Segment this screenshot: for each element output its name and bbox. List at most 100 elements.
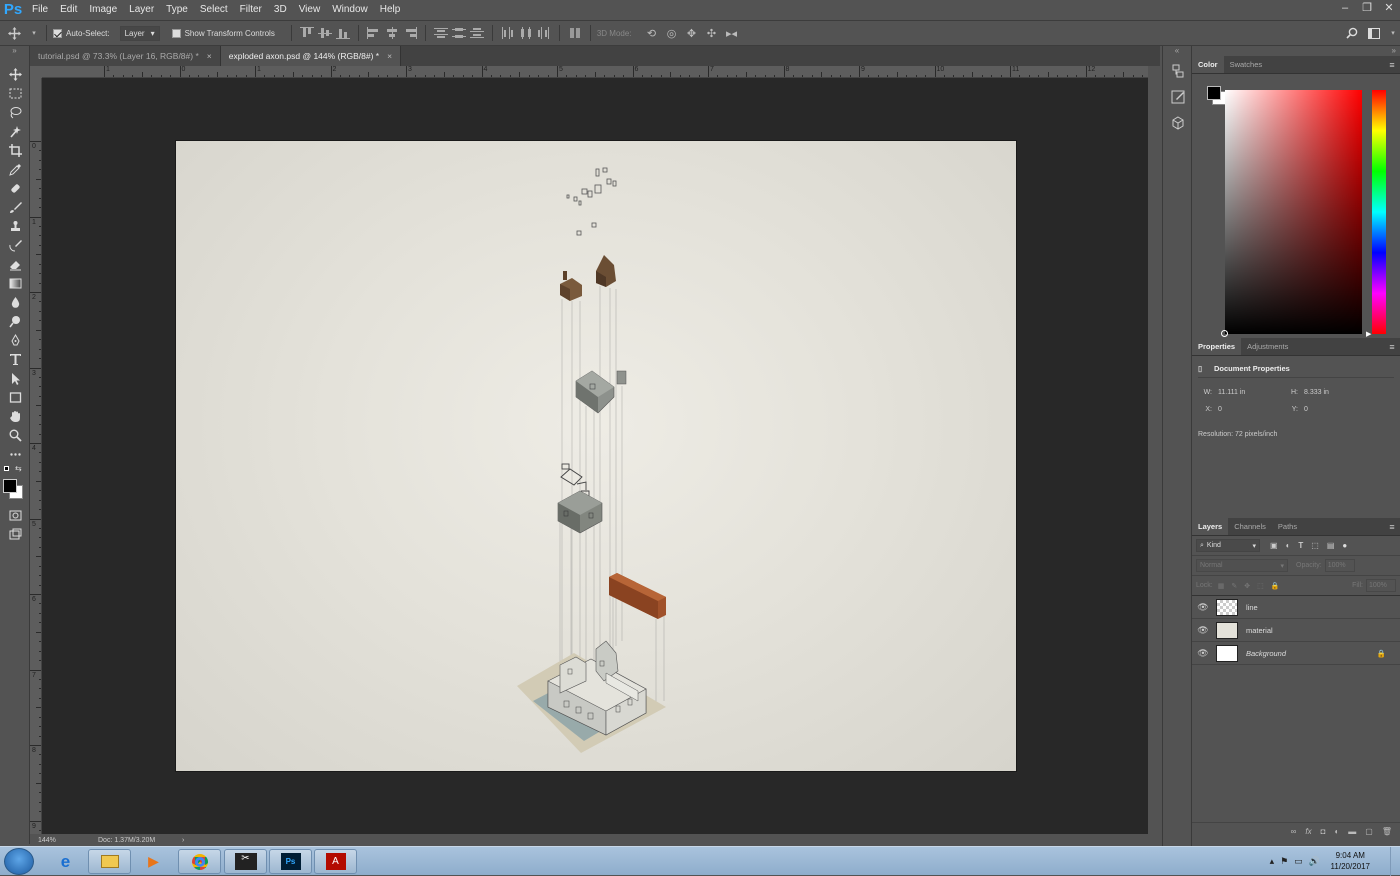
- tab-layers[interactable]: Layers: [1192, 518, 1229, 535]
- close-tab-icon[interactable]: ×: [387, 51, 392, 61]
- gradient-tool-icon[interactable]: [0, 274, 30, 293]
- blend-mode-dropdown[interactable]: Normal ▾: [1196, 559, 1288, 572]
- tab-color[interactable]: Color: [1192, 56, 1224, 73]
- quick-selection-tool-icon[interactable]: [0, 122, 30, 141]
- vertical-scrollbar[interactable]: [1148, 78, 1160, 834]
- chrome-icon[interactable]: [178, 849, 221, 874]
- swap-colors-icon[interactable]: ⇆: [15, 464, 22, 473]
- y-value[interactable]: 0: [1304, 406, 1308, 413]
- layer-row[interactable]: 👁 material: [1192, 619, 1400, 642]
- vertical-ruler[interactable]: 0 1 2 3 4 5 6 7 8 9: [30, 78, 42, 834]
- menu-type[interactable]: Type: [160, 0, 194, 20]
- screen-mode-icon[interactable]: [0, 525, 30, 544]
- x-value[interactable]: 0: [1218, 406, 1284, 413]
- align-bottom-edges-icon[interactable]: [335, 27, 350, 39]
- lock-icon[interactable]: 🔒: [1377, 649, 1386, 658]
- clone-stamp-tool-icon[interactable]: [0, 217, 30, 236]
- tab-channels[interactable]: Channels: [1228, 518, 1272, 535]
- visibility-eye-icon[interactable]: 👁: [1192, 602, 1214, 613]
- align-vertical-centers-icon[interactable]: [317, 27, 332, 39]
- tab-adjustments[interactable]: Adjustments: [1241, 338, 1294, 355]
- fx-icon[interactable]: fx: [1305, 827, 1311, 836]
- menu-view[interactable]: View: [293, 0, 327, 20]
- dodge-tool-icon[interactable]: [0, 312, 30, 331]
- show-hidden-icons-icon[interactable]: ▴: [1270, 856, 1275, 867]
- filter-smart-object-icon[interactable]: ▤: [1327, 541, 1335, 550]
- collapse-toolbar-icon[interactable]: »: [0, 46, 29, 65]
- adjustment-layer-icon[interactable]: ◐: [1334, 827, 1339, 836]
- panel-menu-icon[interactable]: ≡: [1384, 56, 1400, 73]
- file-explorer-icon[interactable]: [88, 849, 131, 874]
- quick-mask-icon[interactable]: [0, 506, 30, 525]
- auto-select-checkbox[interactable]: Auto-Select:: [53, 28, 110, 38]
- menu-layer[interactable]: Layer: [123, 0, 160, 20]
- distribute-left-icon[interactable]: [501, 27, 515, 39]
- menu-window[interactable]: Window: [326, 0, 374, 20]
- chevron-down-icon[interactable]: ▾: [29, 25, 39, 41]
- 3d-roll-icon[interactable]: ◎: [663, 25, 681, 41]
- close-tab-icon[interactable]: ×: [207, 51, 212, 61]
- 3d-scale-icon[interactable]: ▸◂: [723, 25, 741, 41]
- foreground-color-swatch[interactable]: [3, 479, 17, 493]
- edit-toolbar-icon[interactable]: [0, 445, 30, 464]
- auto-select-target-dropdown[interactable]: Layer ▾: [119, 25, 160, 41]
- hue-slider[interactable]: [1372, 90, 1386, 334]
- collapse-panels-icon[interactable]: «: [1163, 46, 1191, 58]
- chevron-down-icon[interactable]: ▾: [1387, 25, 1399, 41]
- filter-shape-icon[interactable]: ⬚: [1311, 541, 1319, 550]
- history-brush-tool-icon[interactable]: [0, 236, 30, 255]
- filter-type-icon[interactable]: T: [1298, 541, 1303, 550]
- filter-pixel-icon[interactable]: ▣: [1270, 541, 1278, 550]
- system-clock[interactable]: 9:04 AM 11/20/2017: [1331, 850, 1370, 872]
- align-horizontal-centers-icon[interactable]: [385, 27, 399, 39]
- zoom-tool-icon[interactable]: [0, 426, 30, 445]
- width-value[interactable]: 11.111 in: [1218, 389, 1284, 396]
- tab-tutorial[interactable]: tutorial.psd @ 73.3% (Layer 16, RGB/8#) …: [30, 46, 221, 66]
- close-button[interactable]: ✕: [1378, 0, 1400, 16]
- distribute-right-icon[interactable]: [537, 27, 551, 39]
- workspace-switcher-icon[interactable]: [1363, 25, 1385, 41]
- search-icon[interactable]: [1343, 25, 1361, 41]
- chevron-right-icon[interactable]: ›: [182, 837, 184, 844]
- network-icon[interactable]: ▭: [1294, 856, 1303, 867]
- distribute-horizontal-centers-icon[interactable]: [519, 27, 533, 39]
- default-colors-icon[interactable]: ⇆: [0, 464, 29, 476]
- align-right-edges-icon[interactable]: [403, 27, 417, 39]
- show-desktop-button[interactable]: [1390, 847, 1400, 876]
- brush-settings-panel-icon[interactable]: [1163, 84, 1193, 110]
- distribute-vertical-centers-icon[interactable]: [451, 27, 466, 39]
- move-tool-icon[interactable]: [0, 65, 30, 84]
- blur-tool-icon[interactable]: [0, 293, 30, 312]
- tab-exploded-axon[interactable]: exploded axon.psd @ 144% (RGB/8#) * ×: [220, 46, 402, 66]
- menu-filter[interactable]: Filter: [234, 0, 268, 20]
- trash-icon[interactable]: 🗑: [1382, 827, 1392, 836]
- 3d-slide-icon[interactable]: ✣: [703, 25, 721, 41]
- auto-align-layers-icon[interactable]: [568, 27, 582, 39]
- acrobat-icon[interactable]: A: [314, 849, 357, 874]
- layer-row[interactable]: 👁 Background 🔒: [1192, 642, 1400, 665]
- fill-field[interactable]: 100%: [1366, 579, 1396, 592]
- restore-button[interactable]: ❐: [1356, 0, 1378, 16]
- color-picker-cursor[interactable]: [1221, 330, 1228, 337]
- snipping-tool-icon[interactable]: ✂: [224, 849, 267, 874]
- panel-menu-icon[interactable]: ≡: [1384, 338, 1400, 355]
- crop-tool-icon[interactable]: [0, 141, 30, 160]
- align-left-edges-icon[interactable]: [366, 27, 381, 39]
- pen-tool-icon[interactable]: [0, 331, 30, 350]
- 3d-orbit-icon[interactable]: ⟲: [643, 25, 661, 41]
- menu-3d[interactable]: 3D: [268, 0, 293, 20]
- zoom-level[interactable]: 144%: [30, 837, 90, 844]
- tab-properties[interactable]: Properties: [1192, 338, 1242, 355]
- visibility-eye-icon[interactable]: 👁: [1192, 625, 1214, 636]
- minimize-button[interactable]: –: [1334, 0, 1356, 16]
- show-transform-controls-checkbox[interactable]: Show Transform Controls: [171, 28, 275, 38]
- foreground-color-chip[interactable]: [1207, 86, 1221, 100]
- lock-position-icon[interactable]: ✥: [1244, 582, 1250, 590]
- media-player-icon[interactable]: ▶: [132, 849, 175, 874]
- distribute-bottom-icon[interactable]: [469, 27, 484, 39]
- menu-select[interactable]: Select: [194, 0, 234, 20]
- horizontal-ruler[interactable]: 1 0 1 2 3 4 5 6 7 8 9 10 11 12: [42, 66, 1148, 78]
- eraser-tool-icon[interactable]: [0, 255, 30, 274]
- panel-menu-icon[interactable]: ≡: [1384, 518, 1400, 535]
- new-layer-icon[interactable]: ▢: [1365, 827, 1373, 836]
